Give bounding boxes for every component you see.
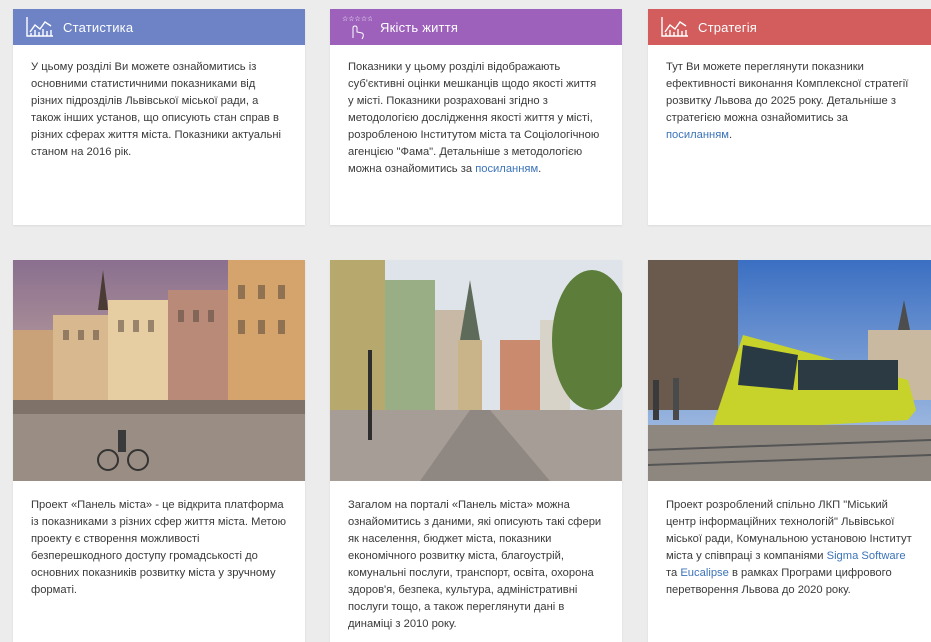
tram-photo [648, 260, 931, 481]
card-description: Проект розроблений спільно ЛКП "Міський … [666, 499, 912, 596]
chart-line-icon [660, 14, 690, 40]
strategy-link[interactable]: посиланням [666, 129, 729, 141]
card-description: Проект «Панель міста» - це відкрита плат… [31, 499, 287, 596]
card-strategy[interactable]: Стратегія Тут Ви можете переглянути пока… [648, 9, 931, 225]
card-project-credits: Проект розроблений спільно ЛКП "Міський … [648, 260, 931, 642]
card-about-platform: Проект «Панель міста» - це відкрита плат… [13, 260, 305, 642]
chart-line-icon [25, 14, 55, 40]
card-quality-of-life[interactable]: ☆☆☆☆☆ Якість життя Показники у цьому роз… [330, 9, 622, 225]
card-title: Якість життя [380, 19, 459, 35]
card-header-quality[interactable]: ☆☆☆☆☆ Якість життя [330, 9, 622, 45]
market-square-photo [13, 260, 305, 481]
card-description: Тут Ви можете переглянути показники ефек… [666, 61, 909, 141]
sigma-software-link[interactable]: Sigma Software [827, 550, 906, 562]
card-description: У цьому розділі Ви можете ознайомитись і… [31, 61, 281, 158]
stars-hand-icon: ☆☆☆☆☆ [342, 14, 372, 40]
eucalipse-link[interactable]: Eucalipse [680, 567, 729, 579]
card-portal-data: Загалом на порталі «Панель міста» можна … [330, 260, 622, 642]
card-header-statistics[interactable]: Статистика [13, 9, 305, 45]
card-description: Загалом на порталі «Панель міста» можна … [348, 499, 602, 630]
card-statistics[interactable]: Статистика У цьому розділі Ви можете озн… [13, 9, 305, 225]
card-header-strategy[interactable]: Стратегія [648, 9, 931, 45]
card-description: Показники у цьому розділі відображають с… [348, 61, 600, 175]
svg-text:☆☆☆☆☆: ☆☆☆☆☆ [342, 15, 372, 23]
methodology-link[interactable]: посиланням [475, 163, 538, 175]
street-church-photo [330, 260, 622, 481]
card-title: Статистика [63, 19, 134, 35]
card-title: Стратегія [698, 19, 758, 35]
